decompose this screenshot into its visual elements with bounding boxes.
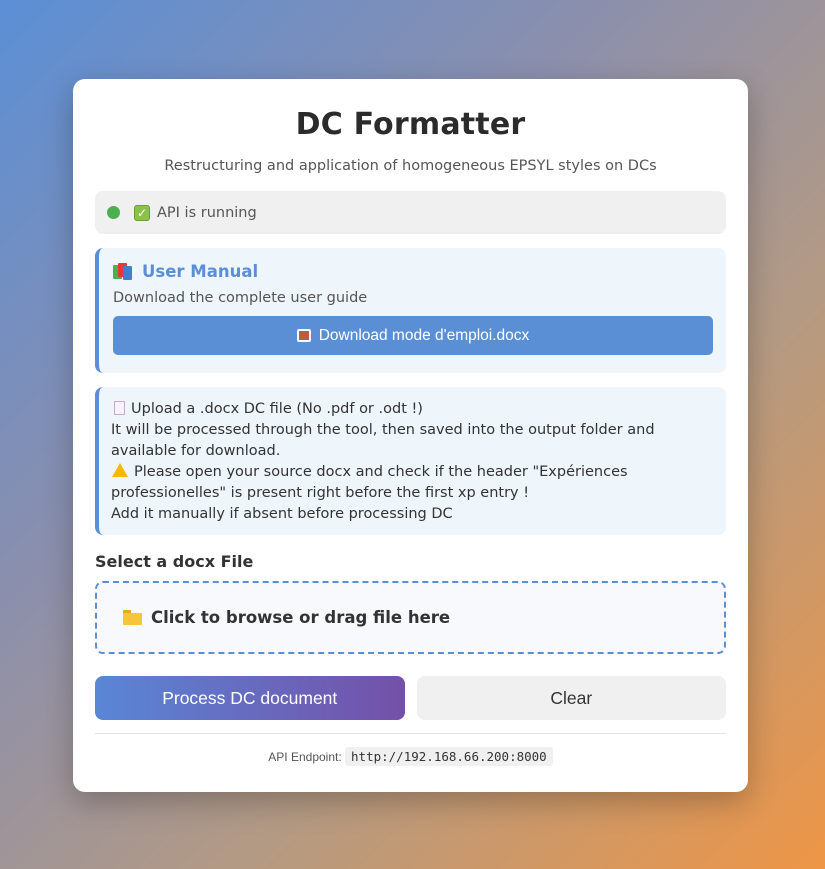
instructions-panel: Upload a .docx DC file (No .pdf or .odt … bbox=[95, 387, 726, 535]
check-mark-icon: ✓ bbox=[134, 204, 150, 221]
instruction-line-2: It will be processed through the tool, t… bbox=[111, 422, 655, 459]
user-manual-description: Download the complete user guide bbox=[113, 290, 368, 306]
dropzone-text: Click to browse or drag file here bbox=[151, 608, 451, 627]
endpoint-label: API Endpoint: bbox=[268, 750, 342, 764]
status-dot-icon bbox=[107, 206, 120, 219]
clear-button[interactable]: Clear bbox=[416, 676, 726, 720]
file-select-label: Select a docx File bbox=[95, 552, 254, 571]
user-manual-panel: User Manual Download the complete user g… bbox=[95, 248, 726, 373]
status-text: API is running bbox=[157, 204, 257, 221]
page-subtitle: Restructuring and application of homogen… bbox=[164, 158, 657, 174]
document-icon bbox=[114, 401, 125, 415]
page-title: DC Formatter bbox=[295, 107, 526, 142]
warning-icon bbox=[112, 463, 128, 477]
inbox-tray-icon bbox=[296, 329, 311, 342]
download-manual-button[interactable]: Download mode d'emploi.docx bbox=[113, 316, 713, 355]
footer-divider bbox=[95, 733, 726, 734]
user-manual-heading: User Manual bbox=[113, 262, 713, 281]
formatter-card: DC Formatter Restructuring and applicati… bbox=[73, 79, 748, 792]
user-manual-title: User Manual bbox=[142, 262, 259, 281]
instruction-line-3: Please open your source docx and check i… bbox=[111, 463, 628, 501]
folder-icon bbox=[123, 610, 142, 625]
api-status-bar: ✓ API is running bbox=[95, 191, 726, 234]
instruction-line-1: Upload a .docx DC file (No .pdf or .odt … bbox=[111, 399, 712, 420]
process-button[interactable]: Process DC document bbox=[95, 676, 405, 720]
file-dropzone[interactable]: Click to browse or drag file here bbox=[95, 581, 726, 654]
endpoint-value: http://192.168.66.200:8000 bbox=[345, 747, 553, 766]
action-buttons: Process DC document Clear bbox=[95, 676, 726, 720]
download-manual-label: Download mode d'emploi.docx bbox=[318, 326, 530, 344]
instruction-line-4: Add it manually if absent before process… bbox=[111, 506, 453, 522]
books-icon bbox=[113, 262, 133, 281]
api-endpoint-info: API Endpoint: http://192.168.66.200:8000 bbox=[95, 747, 726, 766]
